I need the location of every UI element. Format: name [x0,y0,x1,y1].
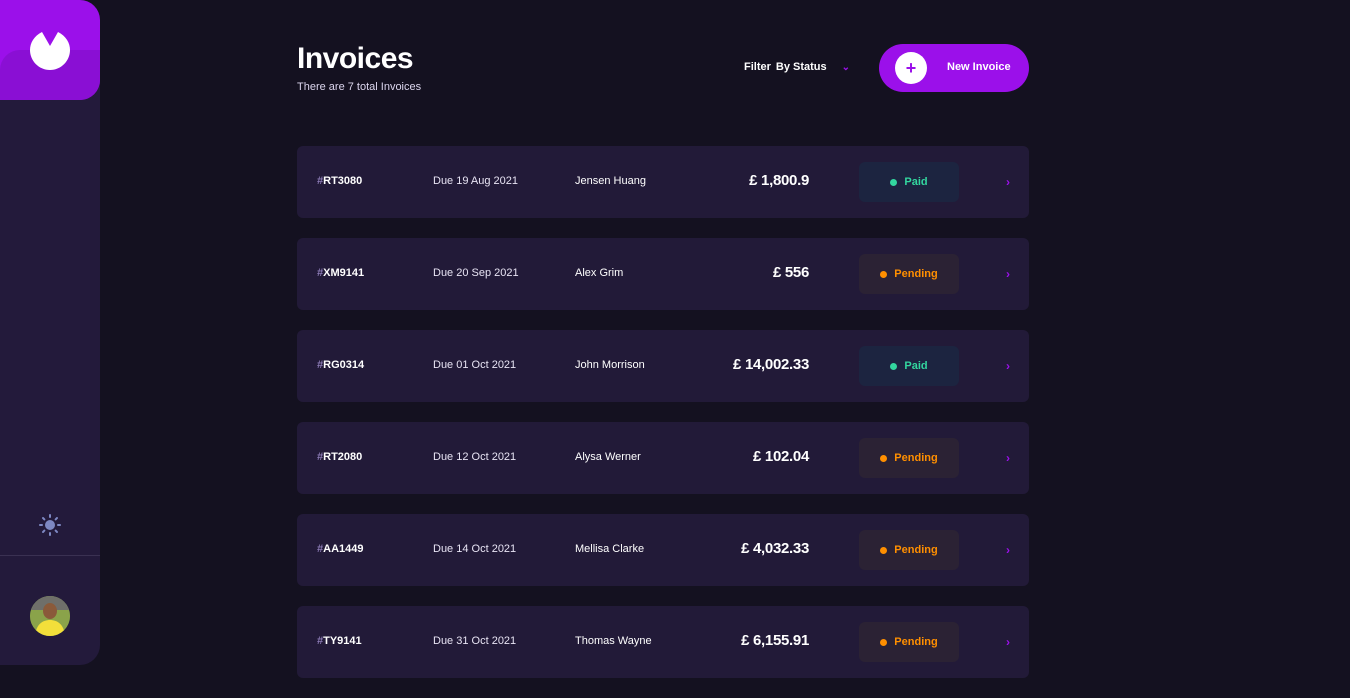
invoice-id: #AA1449 [317,543,363,555]
invoice-client: Alysa Werner [575,451,641,463]
sidebar-divider [0,555,100,556]
new-invoice-label: New Invoice [947,61,1011,73]
invoice-client: Jensen Huang [575,175,646,187]
sidebar [0,0,100,665]
status-label: Pending [894,452,938,464]
status-dot [880,270,888,278]
filter-value: By Status [775,61,827,73]
status-label: Paid [904,176,928,188]
page-title: Invoices [297,42,414,75]
invoice-list: #RT3080 Due 19 Aug 2021 Jensen Huang £ 1… [297,146,1029,698]
invoice-client: John Morrison [575,359,645,371]
filter-label: Filter [744,61,771,73]
status-badge: Pending [859,254,959,294]
plus-icon: + [895,52,927,84]
invoice-client: Thomas Wayne [575,635,652,647]
sun-icon[interactable] [38,513,62,537]
status-dot [880,454,888,462]
status-badge: Pending [859,530,959,570]
status-label: Pending [894,636,938,648]
invoice-id-value: XM9141 [323,267,365,279]
invoice-row[interactable]: #RT2080 Due 12 Oct 2021 Alysa Werner £ 1… [297,422,1029,494]
invoice-amount: £ 102.04 [753,448,809,465]
invoice-id: #RT2080 [317,451,362,463]
status-badge: Pending [859,622,959,662]
invoice-row[interactable]: #AA1449 Due 14 Oct 2021 Mellisa Clarke £… [297,514,1029,586]
invoice-id: #RG0314 [317,359,364,371]
invoice-id-value: TY9141 [323,635,362,647]
invoice-row[interactable]: #XM9141 Due 20 Sep 2021 Alex Grim £ 556 … [297,238,1029,310]
invoice-id-value: RT2080 [323,451,363,463]
invoice-client: Mellisa Clarke [575,543,645,555]
invoice-client: Alex Grim [575,267,624,279]
status-dot [890,362,898,370]
chevron-right-icon[interactable]: › [1006,635,1010,649]
invoice-due-date: Due 19 Aug 2021 [433,175,519,187]
invoice-id: #TY9141 [317,635,362,647]
invoice-id-value: RT3080 [323,175,363,187]
invoice-amount: £ 6,155.91 [741,632,809,649]
status-label: Pending [894,268,938,280]
invoice-id-value: AA1449 [323,543,364,555]
logo-icon [30,32,70,70]
status-dot [880,638,888,646]
invoice-row[interactable]: #RG0314 Due 01 Oct 2021 John Morrison £ … [297,330,1029,402]
invoice-due-date: Due 31 Oct 2021 [433,635,517,647]
invoice-id: #XM9141 [317,267,364,279]
invoice-id-value: RG0314 [323,359,365,371]
invoice-amount: £ 14,002.33 [733,356,809,373]
invoice-count: There are 7 total Invoices [297,81,422,93]
chevron-right-icon[interactable]: › [1006,175,1010,189]
invoice-due-date: Due 14 Oct 2021 [433,543,517,555]
status-dot [880,546,888,554]
invoice-id: #RT3080 [317,175,362,187]
chevron-down-icon: ⌄ [841,61,851,73]
chevron-right-icon[interactable]: › [1006,267,1010,281]
app-logo[interactable] [0,0,100,100]
status-badge: Pending [859,438,959,478]
chevron-right-icon[interactable]: › [1006,451,1010,465]
invoice-due-date: Due 20 Sep 2021 [433,267,519,279]
status-label: Pending [894,544,938,556]
invoice-amount: £ 556 [772,264,809,281]
invoice-row[interactable]: #TY9141 Due 31 Oct 2021 Thomas Wayne £ 6… [297,606,1029,678]
invoice-due-date: Due 12 Oct 2021 [433,451,517,463]
status-badge: Paid [859,162,959,202]
chevron-right-icon[interactable]: › [1006,543,1010,557]
status-dot [890,178,898,186]
status-label: Paid [904,360,928,372]
invoice-due-date: Due 01 Oct 2021 [433,359,517,371]
avatar[interactable] [30,596,70,636]
status-filter[interactable]: Filter By Status ⌄ [744,61,850,73]
new-invoice-button[interactable]: + New Invoice [879,44,1029,92]
invoice-amount: £ 1,800.9 [749,172,809,189]
chevron-right-icon[interactable]: › [1006,359,1010,373]
invoice-row[interactable]: #RT3080 Due 19 Aug 2021 Jensen Huang £ 1… [297,146,1029,218]
invoice-amount: £ 4,032.33 [741,540,809,557]
status-badge: Paid [859,346,959,386]
